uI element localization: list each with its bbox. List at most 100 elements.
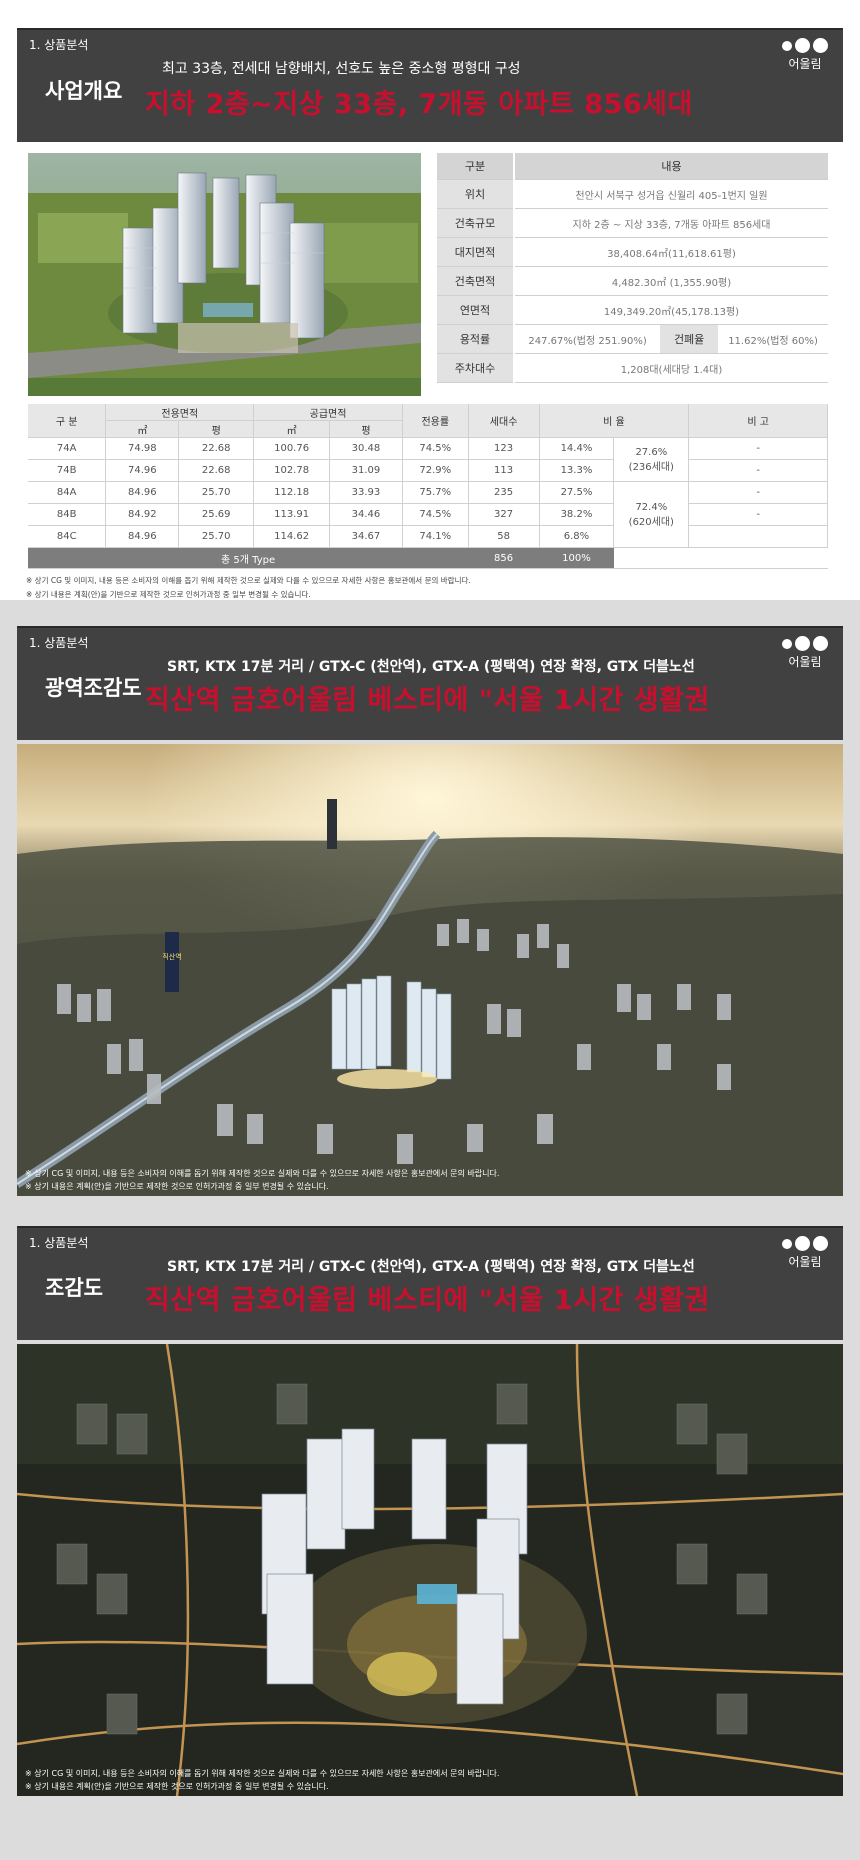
spec-key: 건축면적 xyxy=(437,266,515,296)
spec-value: 38,408.64㎡(11,618.61평) xyxy=(514,237,828,267)
table-row: 74A 74.98 22.68 100.76 30.48 74.5% 123 1… xyxy=(28,437,828,482)
cell-exclusive-py: 25.70 xyxy=(178,481,255,504)
station-sign-text: 직산역 xyxy=(162,952,181,961)
cell-supply-m2: 102.78 xyxy=(253,459,331,482)
cell-supply-m2: 114.62 xyxy=(253,525,331,548)
cell-supply-py: 34.46 xyxy=(329,503,403,526)
col-m2: ㎡ xyxy=(253,420,331,438)
cell-households: 113 xyxy=(468,459,540,482)
cell-exclusive-py: 22.68 xyxy=(178,459,255,482)
cell-households: 235 xyxy=(468,481,540,504)
disclaimer-note: ※ 상기 내용은 계획(안)을 기반으로 제작한 것으로 인허가과정 중 일부 … xyxy=(25,1782,329,1791)
section-title: 사업개요 xyxy=(45,79,123,103)
section-headline: 지하 2층~지상 33층, 7개동 아파트 856세대 xyxy=(145,89,693,120)
cell-exclusive-m2: 74.96 xyxy=(105,459,180,482)
cell-group-ratio: 72.4% (620세대) xyxy=(613,481,690,548)
wide-area-aerial-image: 직산역 ※ 상기 CG 및 이미지, 내용 등은 소비자의 이해를 돕기 위해 … xyxy=(17,744,843,1196)
disclaimer-note: ※ 상기 내용은 계획(안)을 기반으로 제작한 것으로 인허가과정 중 일부 … xyxy=(26,590,311,599)
cell-type: 84A xyxy=(28,481,107,504)
total-households: 856 xyxy=(468,547,540,569)
cell-note: - xyxy=(688,503,828,526)
spec-head-value: 내용 xyxy=(514,153,828,180)
spec-key-far: 용적률 xyxy=(437,324,515,354)
table-row: 74B 74.96 22.68 102.78 31.09 72.9% 113 1… xyxy=(28,459,828,482)
complex-rendering-image xyxy=(28,153,421,396)
table-total-row: 총 5개 Type 856 100% xyxy=(28,547,828,569)
total-ratio: 100% xyxy=(539,547,614,569)
col-rate: 전용률 xyxy=(402,404,469,438)
cell-supply-m2: 112.18 xyxy=(253,481,331,504)
cell-ratio: 27.5% xyxy=(539,481,615,504)
table-row: 84B 84.92 25.69 113.91 34.46 74.5% 327 3… xyxy=(28,503,828,526)
spec-key-bcr: 건폐율 xyxy=(660,324,719,354)
spec-key: 건축규모 xyxy=(437,208,515,238)
total-empty xyxy=(613,547,828,569)
spec-key: 위치 xyxy=(437,179,515,209)
disclaimer-note: ※ 상기 CG 및 이미지, 내용 등은 소비자의 이해를 돕기 위해 제작한 … xyxy=(26,576,471,585)
col-ratio: 비 율 xyxy=(539,404,690,438)
disclaimer-note: ※ 상기 내용은 계획(안)을 기반으로 제작한 것으로 인허가과정 중 일부 … xyxy=(25,1182,329,1191)
cell-exclusive-py: 25.69 xyxy=(178,503,255,526)
project-spec-table: 구분 내용 위치 천안시 서북구 성거읍 신월리 405-1번지 일원 건축규모 지… xyxy=(437,153,828,383)
cell-supply-py: 30.48 xyxy=(329,437,403,460)
disclaimer-note: ※ 상기 CG 및 이미지, 내용 등은 소비자의 이해를 돕기 위해 제작한 … xyxy=(25,1169,500,1178)
cell-exclusive-m2: 84.96 xyxy=(105,525,180,548)
cell-type: 74A xyxy=(28,437,107,460)
table-row: 84C 84.96 25.70 114.62 34.67 74.1% 58 6.… xyxy=(28,525,828,548)
cell-households: 58 xyxy=(468,525,540,548)
cell-note xyxy=(688,525,828,548)
section-headline: 직산역 금호어울림 베스티에 "서울 1시간 생활권 xyxy=(145,685,710,716)
col-py: 평 xyxy=(178,420,255,438)
section-title: 광역조감도 xyxy=(45,676,142,700)
cell-note: - xyxy=(688,481,828,504)
cell-ratio: 13.3% xyxy=(539,459,615,482)
spec-value-bcr: 11.62%(법정 60%) xyxy=(718,324,828,354)
unit-type-table: 구 분 전용면적 공급면적 전용률 세대수 비 율 비 고 ㎡ 평 ㎡ 평 74… xyxy=(28,404,828,569)
section-subtitle: SRT, KTX 17분 거리 / GTX-C (천안역), GTX-A (평택… xyxy=(167,1259,695,1275)
section-headline: 직산역 금호어울림 베스티에 "서울 1시간 생활권 xyxy=(145,1285,710,1316)
section1-banner: 1. 상품분석 사업개요 최고 33층, 전세대 남향배치, 선호도 높은 중소… xyxy=(17,28,843,142)
col-m2: ㎡ xyxy=(105,420,180,438)
spec-value: 지하 2층 ~ 지상 33층, 7개동 아파트 856세대 xyxy=(514,208,828,238)
cell-ratio: 6.8% xyxy=(539,525,615,548)
brand-logo: 어울림 xyxy=(777,636,833,676)
col-supply-area: 공급면적 xyxy=(253,404,403,421)
cell-supply-m2: 113.91 xyxy=(253,503,331,526)
cell-exclusive-py: 22.68 xyxy=(178,437,255,460)
col-type: 구 분 xyxy=(28,404,107,438)
cell-supply-py: 34.67 xyxy=(329,525,403,548)
spec-value: 4,482.30㎡ (1,355.90평) xyxy=(514,266,828,296)
spec-key-parking: 주차대수 xyxy=(437,353,515,383)
cell-type: 74B xyxy=(28,459,107,482)
cell-rate: 72.9% xyxy=(402,459,469,482)
spec-value: 천안시 서북구 성거읍 신월리 405-1번지 일원 xyxy=(514,179,828,209)
cell-supply-py: 33.93 xyxy=(329,481,403,504)
cell-ratio: 38.2% xyxy=(539,503,615,526)
cell-exclusive-py: 25.70 xyxy=(178,525,255,548)
cell-exclusive-m2: 74.98 xyxy=(105,437,180,460)
breadcrumb: 1. 상품분석 xyxy=(29,636,89,650)
cell-note: - xyxy=(688,459,828,482)
cell-note: - xyxy=(688,437,828,460)
cell-type: 84B xyxy=(28,503,107,526)
section-subtitle: SRT, KTX 17분 거리 / GTX-C (천안역), GTX-A (평택… xyxy=(167,659,695,675)
spec-value-far: 247.67%(법정 251.90%) xyxy=(514,324,661,354)
cell-households: 327 xyxy=(468,503,540,526)
section3-banner: 1. 상품분석 조감도 SRT, KTX 17분 거리 / GTX-C (천안역… xyxy=(17,1226,843,1340)
cell-supply-py: 31.09 xyxy=(329,459,403,482)
spec-key: 대지면적 xyxy=(437,237,515,267)
cell-rate: 74.5% xyxy=(402,437,469,460)
breadcrumb: 1. 상품분석 xyxy=(29,38,89,52)
section2-banner: 1. 상품분석 광역조감도 SRT, KTX 17분 거리 / GTX-C (천… xyxy=(17,626,843,740)
total-label: 총 5개 Type xyxy=(28,547,469,569)
section-subtitle: 최고 33층, 전세대 남향배치, 선호도 높은 중소형 평형대 구성 xyxy=(162,61,521,77)
cell-households: 123 xyxy=(468,437,540,460)
night-aerial-image: ※ 상기 CG 및 이미지, 내용 등은 소비자의 이해를 돕기 위해 제작한 … xyxy=(17,1344,843,1796)
col-households: 세대수 xyxy=(468,404,540,438)
col-exclusive-area: 전용면적 xyxy=(105,404,255,421)
cell-exclusive-m2: 84.92 xyxy=(105,503,180,526)
breadcrumb: 1. 상품분석 xyxy=(29,1236,89,1250)
disclaimer-note: ※ 상기 CG 및 이미지, 내용 등은 소비자의 이해를 돕기 위해 제작한 … xyxy=(25,1769,500,1778)
spec-head-key: 구분 xyxy=(437,153,515,180)
cell-supply-m2: 100.76 xyxy=(253,437,331,460)
